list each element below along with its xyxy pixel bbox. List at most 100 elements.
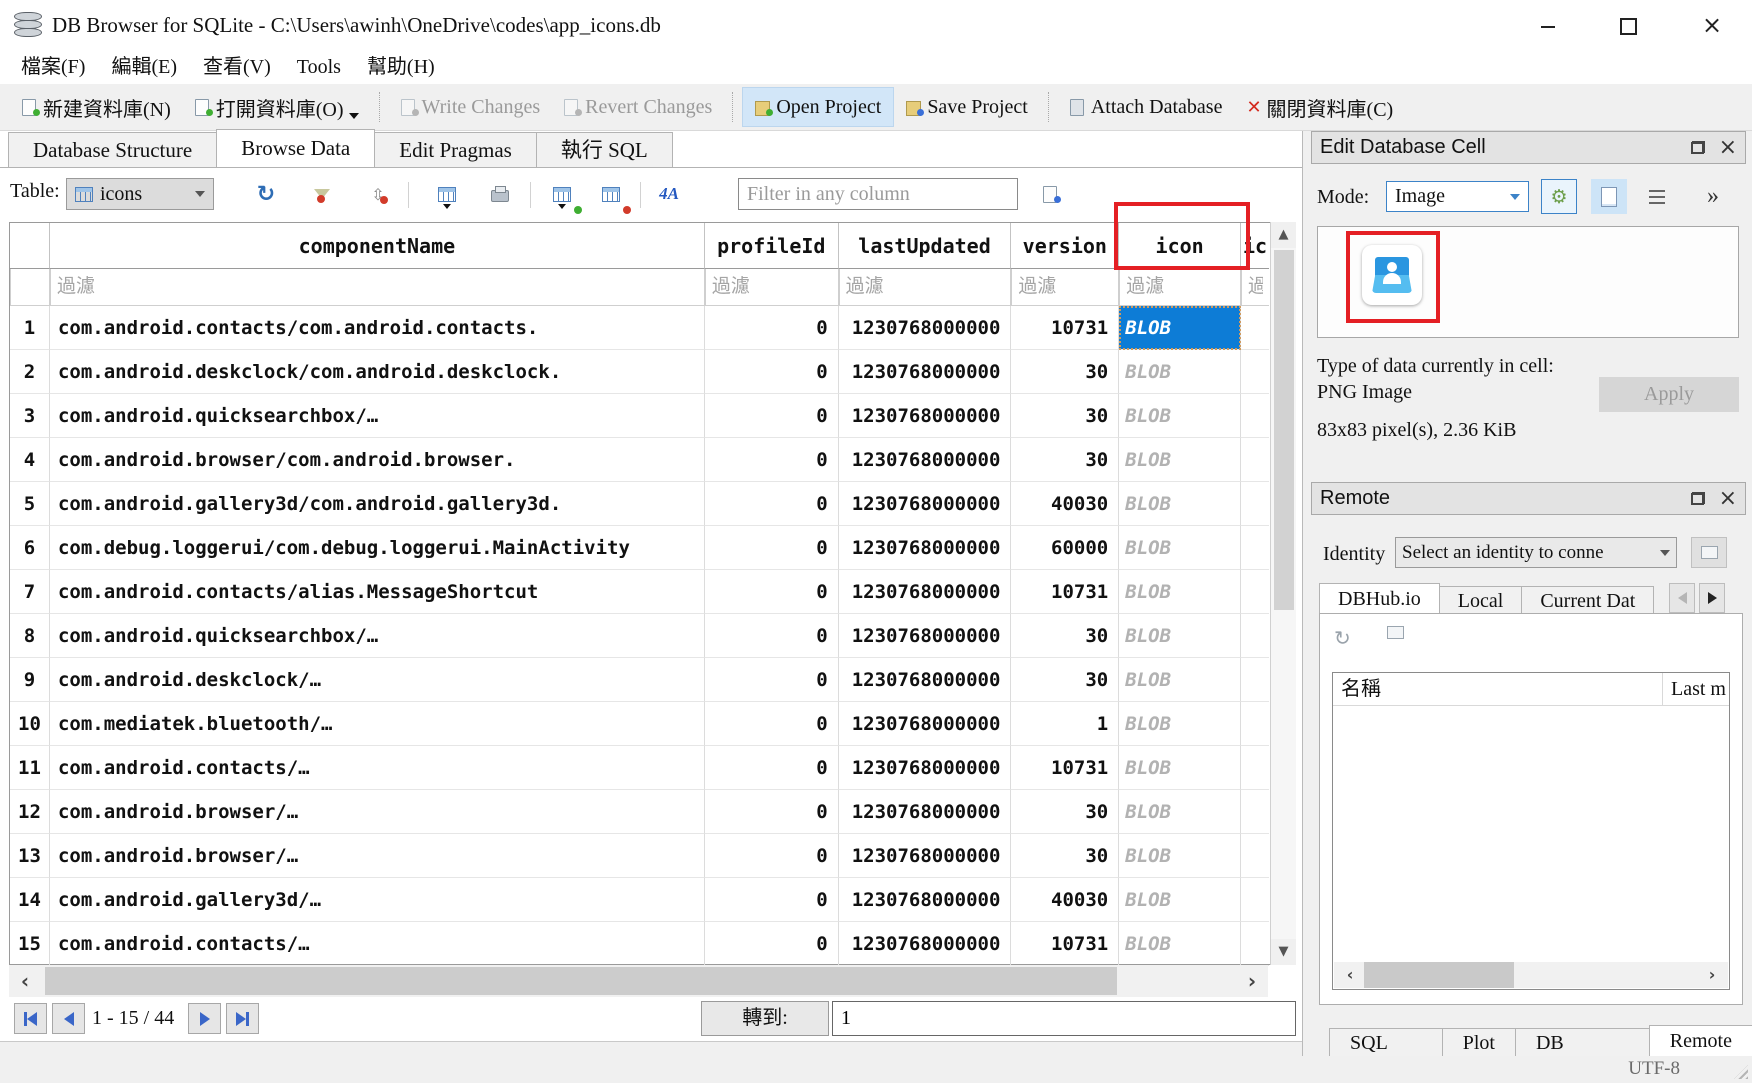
cell-profileId[interactable]: 0 — [705, 790, 839, 834]
cell-version[interactable]: 1 — [1011, 702, 1119, 746]
row-number[interactable]: 6 — [10, 526, 50, 570]
cell-profileId[interactable]: 0 — [705, 306, 839, 350]
cell-ic-partial[interactable] — [1241, 702, 1269, 746]
cell-ic-partial[interactable] — [1241, 482, 1269, 526]
filter-icon[interactable] — [1119, 269, 1241, 306]
print-button[interactable] — [483, 178, 517, 210]
goto-button[interactable]: 轉到: — [701, 1001, 829, 1036]
cell-componentName[interactable]: com.android.browser/… — [50, 834, 705, 878]
mode-select[interactable]: Image — [1386, 181, 1529, 212]
row-number[interactable]: 5 — [10, 482, 50, 526]
cell-ic-partial[interactable] — [1241, 658, 1269, 702]
cell-version[interactable]: 40030 — [1011, 878, 1119, 922]
close-database-button[interactable]: ✕ 關閉資料庫(C) — [1234, 88, 1405, 126]
cell-icon-blob[interactable]: BLOB — [1119, 702, 1241, 746]
cell-profileId[interactable]: 0 — [705, 394, 839, 438]
cell-componentName[interactable]: com.android.quicksearchbox/… — [50, 614, 705, 658]
tab-remote[interactable]: Remote — [1649, 1025, 1752, 1058]
cell-componentName[interactable]: com.android.contacts/… — [50, 746, 705, 790]
open-database-dropdown-icon[interactable] — [349, 113, 359, 124]
cell-profileId[interactable]: 0 — [705, 614, 839, 658]
minimize-button[interactable] — [1520, 0, 1576, 50]
cell-ic-partial[interactable] — [1241, 438, 1269, 482]
clear-filters-button[interactable] — [305, 178, 339, 210]
cell-lastUpdated[interactable]: 1230768000000 — [839, 878, 1012, 922]
save-results-dropdown-icon[interactable] — [443, 204, 451, 213]
menu-edit[interactable]: 編輯(E) — [98, 50, 190, 84]
float-panel-icon[interactable] — [1691, 141, 1705, 154]
cell-ic-partial[interactable] — [1241, 834, 1269, 878]
cell-componentName[interactable]: com.android.browser/… — [50, 790, 705, 834]
scroll-left-icon[interactable]: ‹ — [9, 965, 41, 997]
cell-profileId[interactable]: 0 — [705, 878, 839, 922]
scroll-down-icon[interactable]: ▼ — [1271, 939, 1296, 965]
header-rownum[interactable] — [10, 223, 50, 269]
scroll-right-icon[interactable]: › — [1696, 962, 1728, 994]
save-project-button[interactable]: Save Project — [894, 88, 1040, 126]
tab-scroll-left-button[interactable] — [1669, 583, 1695, 613]
cell-version[interactable]: 30 — [1011, 438, 1119, 482]
identity-select[interactable]: Select an identity to conne — [1395, 537, 1677, 568]
cell-lastUpdated[interactable]: 1230768000000 — [839, 482, 1012, 526]
cell-lastUpdated[interactable]: 1230768000000 — [839, 526, 1012, 570]
remote-list-scrollbar[interactable]: ‹ › — [1334, 962, 1728, 988]
goto-input[interactable] — [832, 1001, 1296, 1036]
write-changes-button[interactable]: Write Changes — [389, 88, 553, 126]
cell-lastUpdated[interactable]: 1230768000000 — [839, 834, 1012, 878]
cell-icon-blob[interactable]: BLOB — [1119, 834, 1241, 878]
open-database-button[interactable]: 打開資料庫(O) — [183, 88, 371, 126]
identity-certificate-button[interactable] — [1691, 537, 1727, 568]
header-componentName[interactable]: componentName — [50, 223, 705, 269]
tab-browse-data[interactable]: Browse Data — [216, 129, 375, 167]
cell-ic-partial[interactable] — [1241, 306, 1269, 350]
cell-componentName[interactable]: com.android.deskclock/com.android.deskcl… — [50, 350, 705, 394]
cell-lastUpdated[interactable]: 1230768000000 — [839, 746, 1012, 790]
cell-icon-blob[interactable]: BLOB — [1119, 482, 1241, 526]
cell-icon-blob[interactable]: BLOB — [1119, 658, 1241, 702]
cell-componentName[interactable]: com.android.contacts/com.android.contact… — [50, 306, 705, 350]
cell-lastUpdated[interactable]: 1230768000000 — [839, 658, 1012, 702]
cell-componentName[interactable]: com.android.browser/com.android.browser. — [50, 438, 705, 482]
cell-version[interactable]: 30 — [1011, 614, 1119, 658]
cell-lastUpdated[interactable]: 1230768000000 — [839, 790, 1012, 834]
save-results-button[interactable] — [430, 178, 464, 210]
header-version[interactable]: version — [1011, 223, 1119, 269]
row-number[interactable]: 7 — [10, 570, 50, 614]
cell-icon-blob[interactable]: BLOB — [1119, 746, 1241, 790]
row-number[interactable]: 2 — [10, 350, 50, 394]
cell-icon-blob[interactable]: BLOB — [1119, 878, 1241, 922]
clear-sort-button[interactable]: ⇳ — [361, 178, 395, 210]
close-button[interactable]: × — [1684, 0, 1740, 50]
tab-current-database[interactable]: Current Dat — [1521, 586, 1654, 616]
filter-ic-partial[interactable] — [1241, 269, 1269, 306]
row-number[interactable]: 12 — [10, 790, 50, 834]
cell-profileId[interactable]: 0 — [705, 482, 839, 526]
name-column-header[interactable]: 名稱 — [1333, 673, 1663, 705]
row-number[interactable]: 8 — [10, 614, 50, 658]
cell-ic-partial[interactable] — [1241, 394, 1269, 438]
header-lastUpdated[interactable]: lastUpdated — [839, 223, 1012, 269]
cell-icon-blob[interactable]: BLOB — [1119, 614, 1241, 658]
tab-plot[interactable]: Plot — [1442, 1028, 1516, 1058]
cell-icon-blob[interactable]: BLOB — [1119, 438, 1241, 482]
filter-profileId[interactable] — [705, 269, 839, 306]
menu-tools[interactable]: Tools — [284, 50, 354, 84]
filter-any-column-input[interactable] — [738, 178, 1018, 210]
cell-version[interactable]: 30 — [1011, 834, 1119, 878]
table-select[interactable]: icons — [66, 178, 214, 210]
filter-input[interactable] — [1120, 269, 1240, 305]
row-number[interactable]: 1 — [10, 306, 50, 350]
cell-ic-partial[interactable] — [1241, 570, 1269, 614]
filter-lastUpdated[interactable] — [839, 269, 1012, 306]
cell-ic-partial[interactable] — [1241, 526, 1269, 570]
row-number[interactable]: 4 — [10, 438, 50, 482]
row-number[interactable]: 10 — [10, 702, 50, 746]
cell-version[interactable]: 10731 — [1011, 306, 1119, 350]
cell-lastUpdated[interactable]: 1230768000000 — [839, 570, 1012, 614]
remote-clone-database-icon[interactable] — [1387, 626, 1404, 650]
text-mode-button[interactable] — [1591, 179, 1627, 214]
insert-record-dropdown-icon[interactable] — [558, 204, 566, 213]
cell-componentName[interactable]: com.android.contacts/alias.MessageShortc… — [50, 570, 705, 614]
attach-database-button[interactable]: Attach Database — [1058, 88, 1235, 126]
row-number[interactable]: 13 — [10, 834, 50, 878]
